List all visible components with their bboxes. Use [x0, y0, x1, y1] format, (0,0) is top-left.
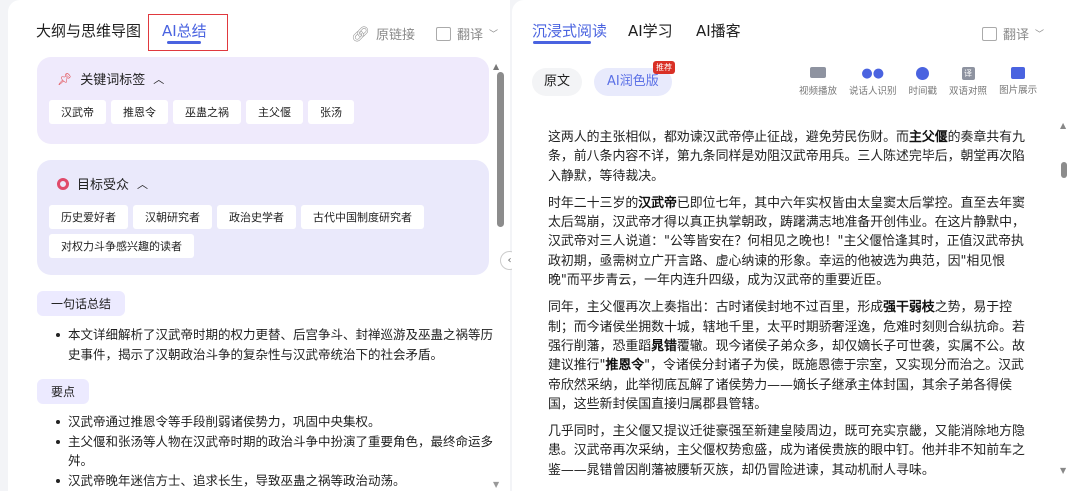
- text-run: 同年，主父偃再次上奏指出：古时诸侯封地不过百里，形成: [548, 300, 884, 316]
- translate-icon: [436, 26, 451, 41]
- chevron-down-icon: ﹀: [1035, 30, 1045, 40]
- tab-ai-summary[interactable]: AI总结: [162, 20, 207, 41]
- original-version-button[interactable]: 原文: [532, 68, 583, 96]
- bold-keyword: 汉武帝: [638, 195, 677, 211]
- keywords-title: 关键词标签: [80, 73, 146, 88]
- keyword-tag[interactable]: 推恩令: [111, 100, 168, 124]
- speaker-identification-button[interactable]: ●● 说话人识别: [849, 67, 897, 97]
- target-icon: [57, 177, 69, 190]
- original-link-label: 原链接: [376, 28, 416, 43]
- keyword-tag[interactable]: 巫蛊之祸: [173, 100, 241, 124]
- bold-keyword: 推恩令: [605, 358, 645, 374]
- keyword-tag[interactable]: 张汤: [308, 100, 354, 124]
- active-tab-indicator: [533, 41, 591, 44]
- keywords-card: 📌︎ 关键词标签 ︿ 汉武帝 推恩令 巫蛊之祸 主父偃 张汤: [37, 57, 489, 144]
- article-paragraph: 几乎同时，主父偃又提议迁徙豪强至新建皇陵周边，既可充实京畿，又能消除地方隐患。汉…: [548, 422, 1034, 480]
- keyword-tag[interactable]: 主父偃: [246, 100, 303, 124]
- summary-list: 本文详细解析了汉武帝时期的权力更替、后宫争斗、封禅巡游及巫蛊之祸等历史事件，揭示…: [54, 325, 494, 364]
- chevron-up-icon: ︿: [153, 72, 165, 86]
- chevron-down-icon: ﹀: [489, 30, 499, 40]
- pin-icon: 📌︎: [57, 71, 73, 86]
- tab-outline-mindmap[interactable]: 大纲与思维导图: [36, 20, 141, 41]
- clock-icon: [916, 67, 930, 80]
- keyword-tags: 汉武帝 推恩令 巫蛊之祸 主父偃 张汤: [49, 100, 479, 129]
- audience-tag[interactable]: 古代中国制度研究者: [301, 205, 424, 229]
- audience-toggle[interactable]: 目标受众 ︿: [57, 174, 148, 193]
- audience-title: 目标受众: [77, 178, 130, 193]
- bold-keyword: 强干弱枝: [883, 300, 935, 316]
- original-link-button[interactable]: 🔗︎ 原链接: [351, 24, 416, 44]
- video-playback-button[interactable]: 视频播放: [799, 67, 837, 97]
- translate-dropdown[interactable]: 翻译 ﹀: [982, 24, 1044, 43]
- article-paragraph: 同年，主父偃再次上奏指出：古时诸侯封地不过百里，形成强干弱枝之势，易于控制；而今…: [548, 298, 1034, 414]
- chevron-up-icon: ︿: [137, 177, 149, 191]
- audience-tags: 历史爱好者 汉朝研究者 政治史学者 古代中国制度研究者对权力斗争感兴趣的读者: [49, 205, 479, 263]
- left-scrollbar[interactable]: [497, 72, 504, 227]
- tool-label: 视频播放: [799, 86, 838, 97]
- video-icon: [810, 67, 826, 78]
- audience-card: 目标受众 ︿ 历史爱好者 汉朝研究者 政治史学者 古代中国制度研究者对权力斗争感兴趣的…: [37, 160, 489, 275]
- bilingual-button[interactable]: 译双语对照: [949, 67, 987, 97]
- translate-icon: [982, 26, 997, 41]
- image-display-button[interactable]: 图片展示: [999, 67, 1037, 97]
- article-content: 这两人的主张相似，都劝谏汉武帝停止征战，避免劳民伤财。而主父偃的奏章共有九条，前…: [548, 128, 1034, 488]
- summary-section-label: 一句话总结: [37, 291, 126, 316]
- key-point-item: 汉武帝晚年迷信方士、追求长生，导致巫蛊之祸等政治动荡。: [54, 471, 494, 491]
- reading-panel: 沉浸式阅读 AI学习 AI播客 翻译 ﹀ 原文 AI润色版 推荐 视频播放 ●●…: [512, 0, 1080, 491]
- image-icon: [1011, 67, 1026, 79]
- translate-label: 翻译: [457, 28, 484, 43]
- scroll-down-arrow[interactable]: ▼: [493, 480, 499, 489]
- keywords-toggle[interactable]: 📌︎ 关键词标签 ︿: [57, 69, 165, 89]
- audience-tag[interactable]: 政治史学者: [217, 205, 296, 229]
- active-tab-indicator: [167, 41, 201, 44]
- tool-label: 双语对照: [949, 86, 988, 97]
- audience-tag[interactable]: 对权力斗争感兴趣的读者: [49, 234, 194, 258]
- audience-tag[interactable]: 历史爱好者: [49, 205, 128, 229]
- translate-icon: 译: [961, 67, 975, 80]
- translate-dropdown[interactable]: 翻译 ﹀: [436, 24, 498, 43]
- key-points-section-label: 要点: [37, 379, 90, 404]
- view-tools: 视频播放 ●● 说话人识别 时间戳 译双语对照 图片展示: [799, 67, 1037, 97]
- translate-label: 翻译: [1003, 28, 1030, 43]
- key-point-item: 主父偃和张汤等人物在汉武帝时期的政治斗争中扮演了重要角色，最终命运多舛。: [54, 432, 494, 471]
- article-paragraph: 时年二十三岁的汉武帝已即位七年，其中六年实权皆由太皇窦太后掌控。直至去年窦太后驾…: [548, 194, 1034, 290]
- scroll-up-arrow[interactable]: ▲: [1060, 121, 1066, 130]
- tab-ai-learning[interactable]: AI学习: [628, 20, 673, 41]
- bold-keyword: 主父偃: [908, 130, 948, 145]
- text-run: 时年二十三岁的: [548, 195, 639, 211]
- tool-label: 图片展示: [999, 85, 1038, 96]
- article-paragraph: 这两人的主张相似，都劝谏汉武帝停止征战，避免劳民伤财。而主父偃的奏章共有九条，前…: [548, 128, 1034, 186]
- tool-label: 说话人识别: [849, 86, 897, 97]
- key-point-item: 汉武帝通过推恩令等手段削弱诸侯势力，巩固中央集权。: [54, 412, 494, 432]
- scroll-down-arrow[interactable]: ▼: [1060, 466, 1066, 475]
- right-scrollbar[interactable]: [1061, 162, 1067, 178]
- scroll-up-arrow[interactable]: ▲: [493, 62, 499, 71]
- recommended-badge: 推荐: [653, 61, 675, 74]
- link-icon: 🔗︎: [351, 24, 371, 43]
- timestamp-button[interactable]: 时间戳: [908, 67, 938, 97]
- text-run: 这两人的主张相似，都劝谏汉武帝停止征战，避免劳民伤财。而: [548, 130, 909, 145]
- tab-ai-podcast[interactable]: AI播客: [696, 20, 741, 41]
- keyword-tag[interactable]: 汉武帝: [49, 100, 106, 124]
- audience-tag[interactable]: 汉朝研究者: [133, 205, 212, 229]
- tab-immersive-reading[interactable]: 沉浸式阅读: [532, 20, 607, 41]
- bold-keyword: 晁错: [651, 338, 677, 354]
- summary-item: 本文详细解析了汉武帝时期的权力更替、后宫争斗、封禅巡游及巫蛊之祸等历史事件，揭示…: [54, 325, 494, 364]
- key-points-list: 汉武帝通过推恩令等手段削弱诸侯势力，巩固中央集权。 主父偃和张汤等人物在汉武帝时…: [54, 412, 494, 490]
- text-run: 几乎同时，主父偃又提议迁徙豪强至新建皇陵周边，既可充实京畿，又能消除地方隐患。汉…: [548, 424, 1025, 478]
- tool-label: 时间戳: [908, 86, 938, 97]
- ai-summary-panel: 大纲与思维导图 AI总结 🔗︎ 原链接 翻译 ﹀ 📌︎ 关键词标签 ︿ 汉武帝推…: [8, 0, 510, 491]
- speakers-icon: ●●: [861, 66, 885, 81]
